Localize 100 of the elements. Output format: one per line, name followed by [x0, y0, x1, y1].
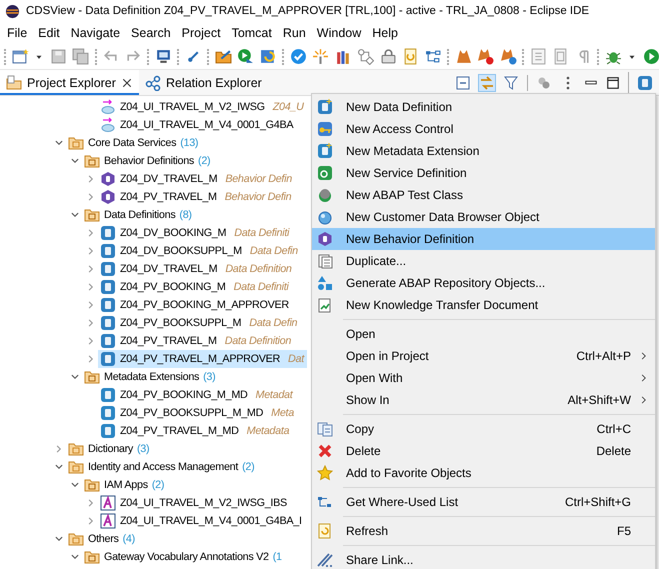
tree-item[interactable]: Z04_DV_TRAVEL_M Data Definition	[98, 260, 295, 278]
view-tab[interactable]: Project Explorer	[0, 70, 139, 95]
tree-item[interactable]: Identity and Access Management (2)	[66, 458, 258, 476]
hierarchy-icon[interactable]	[424, 48, 442, 65]
chevron-down-icon[interactable]	[70, 210, 80, 220]
link-arrows-icon[interactable]	[479, 74, 495, 90]
menu-item[interactable]: Duplicate...	[312, 250, 655, 272]
menu-item[interactable]: Open	[312, 323, 655, 345]
menu-bar-item[interactable]: Navigate	[66, 26, 126, 40]
chevron-right-icon[interactable]	[86, 264, 96, 274]
tree-item[interactable]: Core Data Services (13)	[66, 134, 202, 152]
new-window-icon[interactable]	[12, 48, 28, 65]
chevron-down-icon[interactable]	[70, 480, 80, 490]
check-icon[interactable]	[290, 48, 306, 65]
menu-item[interactable]: Copy Ctrl+C	[312, 418, 655, 440]
refresh-icon[interactable]	[260, 48, 276, 65]
tree-item[interactable]: Metadata Extensions (3)	[82, 368, 218, 386]
run-icon[interactable]	[642, 48, 659, 65]
tree-item[interactable]: Z04_PV_BOOKING_M_MD Metadat	[98, 386, 296, 404]
tree-item[interactable]: Data Definitions (8)	[82, 206, 195, 224]
tree-item[interactable]: Dictionary (3)	[66, 440, 152, 458]
menu-item[interactable]: Share Link...	[312, 549, 655, 569]
menu-bar-item[interactable]: Window	[312, 26, 368, 40]
chevron-down-icon[interactable]	[54, 462, 64, 472]
chevron-right-icon[interactable]	[86, 174, 96, 184]
chevron-right-icon[interactable]	[86, 282, 96, 292]
menu-item[interactable]: New Access Control	[312, 118, 655, 140]
tree-item[interactable]: Z04_UI_TRAVEL_M_V2_IWSG Z04_U	[98, 98, 307, 116]
tree-item[interactable]: Z04_PV_BOOKING_M_APPROVER	[98, 296, 292, 314]
maximize-icon[interactable]	[606, 76, 620, 90]
menu-item[interactable]: New Metadata Extension	[312, 140, 655, 162]
menu-item[interactable]: Get Where-Used List Ctrl+Shift+G	[312, 491, 655, 513]
chevron-right-icon[interactable]	[86, 354, 96, 364]
menu-bar-item[interactable]: File	[2, 26, 34, 40]
tree-item[interactable]: Z04_PV_TRAVEL_M Data Definition	[98, 332, 294, 350]
lock-icon[interactable]	[380, 48, 396, 65]
cat-icon[interactable]	[500, 48, 516, 65]
chevron-down-icon[interactable]	[70, 372, 80, 382]
tree-item[interactable]: Z04_PV_TRAVEL_M Behavior Defin	[98, 188, 294, 206]
chevron-right-icon[interactable]	[54, 444, 64, 454]
circles-icon[interactable]	[536, 74, 552, 90]
sparkle-icon[interactable]	[312, 48, 329, 65]
tree-item[interactable]: Gateway Vocabulary Annotations V2 (1	[82, 548, 285, 566]
chevron-right-icon[interactable]	[86, 516, 96, 526]
tree-item[interactable]: IAM Apps (2)	[82, 476, 168, 494]
folder-icon[interactable]	[214, 48, 232, 65]
tree-item[interactable]: Z04_PV_BOOKSUPPL_M Data Defin	[98, 314, 300, 332]
menu-item[interactable]: Generate ABAP Repository Objects...	[312, 272, 655, 294]
tree-item[interactable]: Z04_DV_TRAVEL_M Behavior Defin	[98, 170, 295, 188]
cat-icon[interactable]	[477, 48, 494, 65]
document-icon[interactable]	[552, 48, 569, 65]
save-all-icon[interactable]	[72, 48, 89, 65]
menu-item[interactable]: Open With	[312, 367, 655, 389]
chevron-right-icon[interactable]	[86, 318, 96, 328]
menu-item[interactable]: New Data Definition	[312, 96, 655, 118]
menu-item[interactable]: New ABAP Test Class	[312, 184, 655, 206]
save-icon[interactable]	[50, 48, 66, 65]
chevron-right-icon[interactable]	[86, 300, 96, 310]
tree-item[interactable]: Behavior Definitions (2)	[82, 152, 214, 170]
document-icon[interactable]	[402, 48, 419, 65]
monitor-icon[interactable]	[154, 48, 172, 65]
menu-item[interactable]: Refresh F5	[312, 520, 655, 542]
chevron-down-icon[interactable]	[54, 534, 64, 544]
run-icon[interactable]	[237, 48, 254, 65]
menu-item[interactable]: New Customer Data Browser Object	[312, 206, 655, 228]
chevron-right-icon[interactable]	[86, 498, 96, 508]
menu-item[interactable]: New Service Definition	[312, 162, 655, 184]
tree-item[interactable]: Z04_UI_TRAVEL_M_V4_0001_G4BA_I	[98, 512, 305, 530]
menu-bar-item[interactable]: Search	[126, 26, 177, 40]
menu-bar-item[interactable]: Project	[176, 26, 227, 40]
cat-icon[interactable]	[454, 48, 472, 65]
chevron-right-icon[interactable]	[86, 336, 96, 346]
menu-item[interactable]: Delete Delete	[312, 440, 655, 462]
tree-item[interactable]: Z04_DV_BOOKING_M Data Definiti	[98, 224, 292, 242]
tree-item[interactable]: Z04_PV_BOOKSUPPL_M_MD Meta	[98, 404, 297, 422]
tree-item[interactable]: Z04_DV_BOOKSUPPL_M Data Defin	[98, 242, 301, 260]
collapse-all-icon[interactable]	[455, 74, 471, 90]
chevron-right-icon[interactable]	[86, 246, 96, 256]
tree-item[interactable]: Others (4)	[66, 530, 138, 548]
tree-item[interactable]: Z04_PV_BOOKING_M Data Definiti	[98, 278, 292, 296]
menu-item[interactable]: New Behavior Definition	[312, 228, 655, 250]
menu-bar-item[interactable]: Help	[367, 26, 404, 40]
chevron-down-icon[interactable]	[70, 156, 80, 166]
chevron-right-icon[interactable]	[86, 228, 96, 238]
document-icon[interactable]	[530, 48, 546, 65]
chevron-right-icon[interactable]	[86, 192, 96, 202]
close-icon[interactable]	[120, 76, 133, 88]
menu-item[interactable]: Add to Favorite Objects	[312, 462, 655, 484]
chevron-down-icon[interactable]	[54, 138, 64, 148]
document-icon[interactable]	[637, 74, 653, 90]
view-tab[interactable]: Relation Explorer	[138, 70, 268, 95]
menu-item[interactable]: Show In Alt+Shift+W	[312, 389, 655, 411]
filter-icon[interactable]	[503, 74, 519, 90]
menu-bar-item[interactable]: Run	[278, 26, 312, 40]
tree-item[interactable]: Z04_PV_TRAVEL_M_APPROVER Dat	[98, 350, 307, 368]
tree-item[interactable]: Z04_PV_TRAVEL_M_MD Metadata	[98, 422, 292, 440]
menu-item[interactable]: Open in Project Ctrl+Alt+P	[312, 345, 655, 367]
menu-bar-item[interactable]: Edit	[33, 26, 66, 40]
menu-item[interactable]: New Knowledge Transfer Document	[312, 294, 655, 316]
tree-item[interactable]: Z04_UI_TRAVEL_M_V4_0001_G4BA	[98, 116, 296, 134]
